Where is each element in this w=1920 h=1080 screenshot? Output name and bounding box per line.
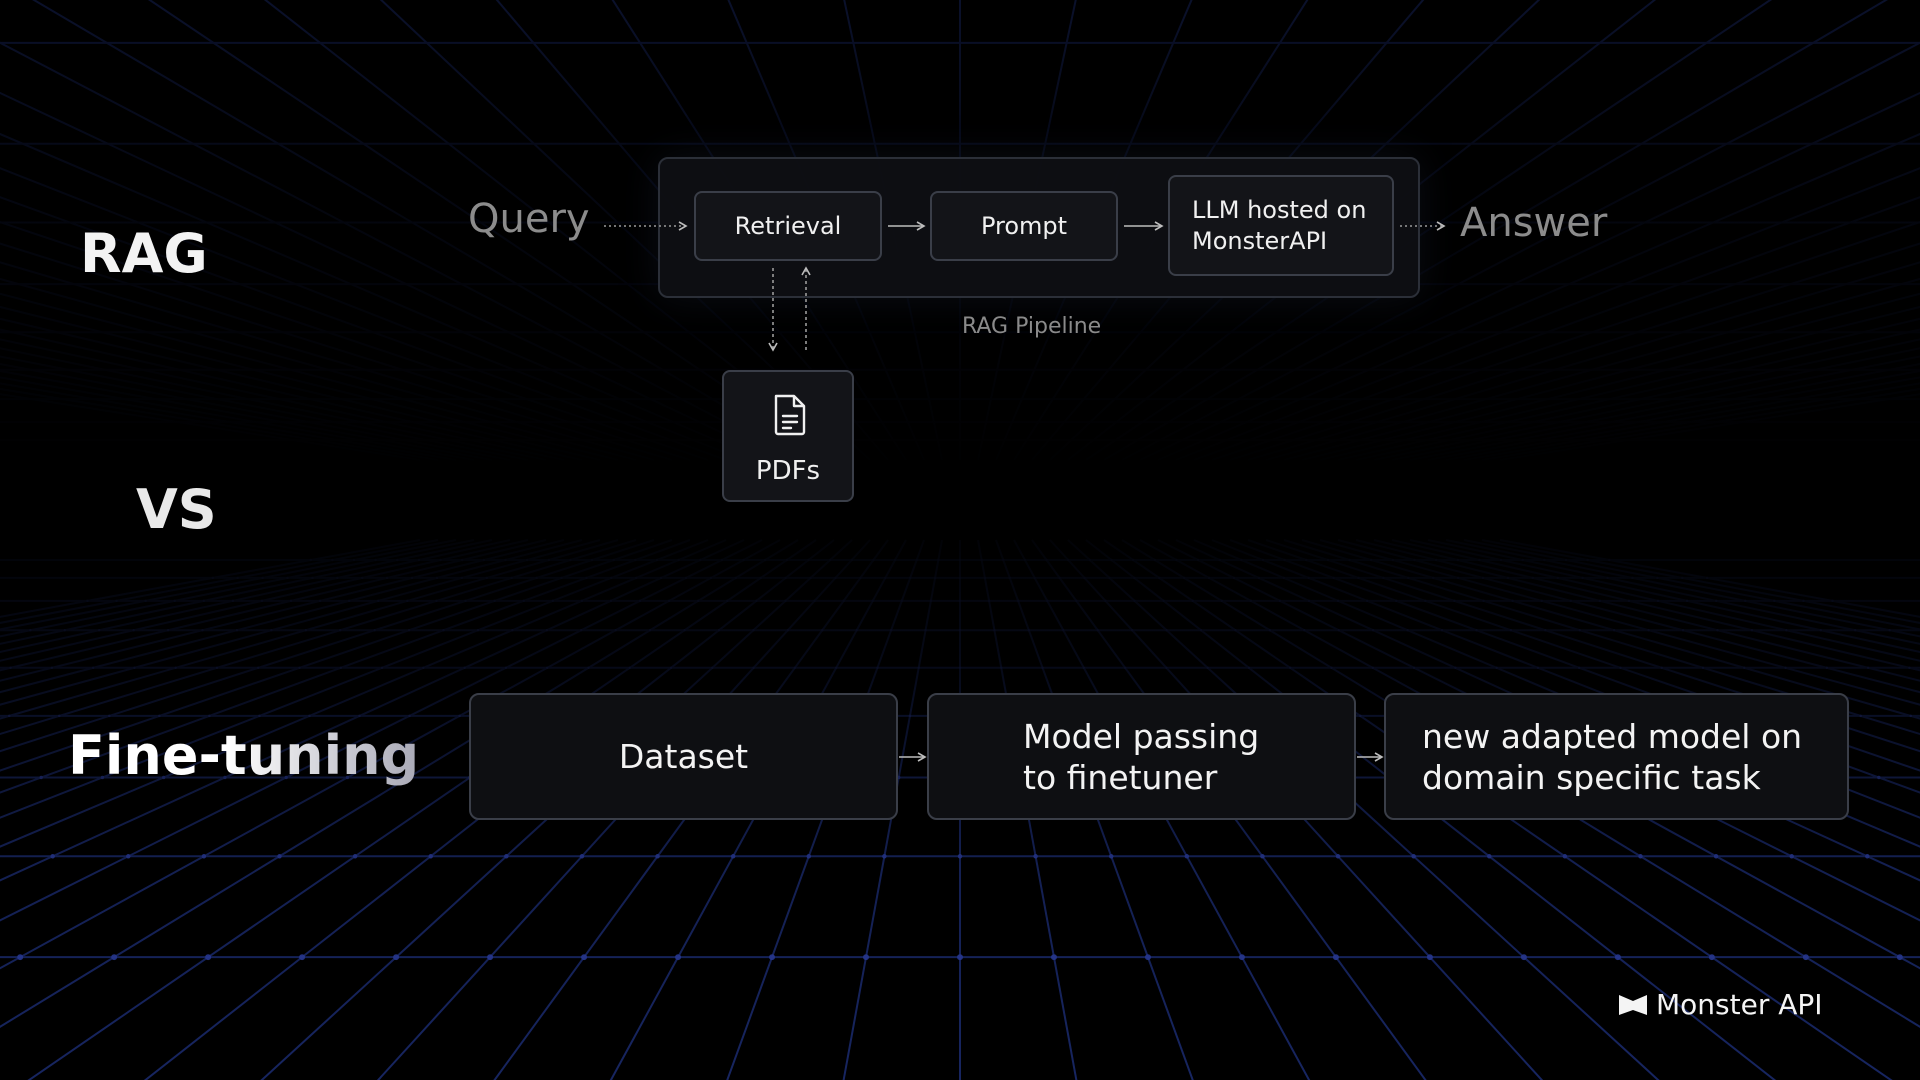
adapted-step-line1: new adapted model on: [1422, 716, 1803, 756]
model-step-line2: to finetuner: [1023, 757, 1218, 797]
document-icon: [774, 394, 806, 436]
llm-node-line1: LLM hosted on: [1192, 195, 1367, 224]
rag-heading: RAG: [80, 222, 208, 285]
pdfs-node: PDFs: [722, 370, 854, 502]
rag-pipeline-label: RAG Pipeline: [962, 314, 1102, 339]
query-label: Query: [468, 196, 590, 242]
fine-tuning-heading: Fine-tuning: [68, 724, 420, 787]
dataset-step: Dataset: [469, 693, 898, 820]
retrieval-node: Retrieval: [694, 191, 882, 261]
llm-node-line2: MonsterAPI: [1192, 226, 1328, 255]
model-step-line1: Model passing: [1023, 716, 1260, 756]
llm-node: LLM hosted on MonsterAPI: [1168, 175, 1394, 276]
adapted-model-step: new adapted model on domain specific tas…: [1384, 693, 1849, 820]
adapted-step-line2: domain specific task: [1422, 757, 1761, 797]
pdfs-label: PDFs: [755, 456, 821, 486]
answer-label: Answer: [1460, 200, 1608, 246]
prompt-node: Prompt: [930, 191, 1118, 261]
model-step: Model passing to finetuner: [927, 693, 1356, 820]
monster-logo-icon: [1619, 994, 1647, 1015]
slide: RAG VS Fine-tuning Query Answer Retrieva…: [0, 0, 1920, 1080]
vs-heading: VS: [136, 478, 217, 541]
brand-name: Monster API: [1656, 988, 1823, 1021]
brand-logo: Monster API: [1618, 988, 1823, 1021]
